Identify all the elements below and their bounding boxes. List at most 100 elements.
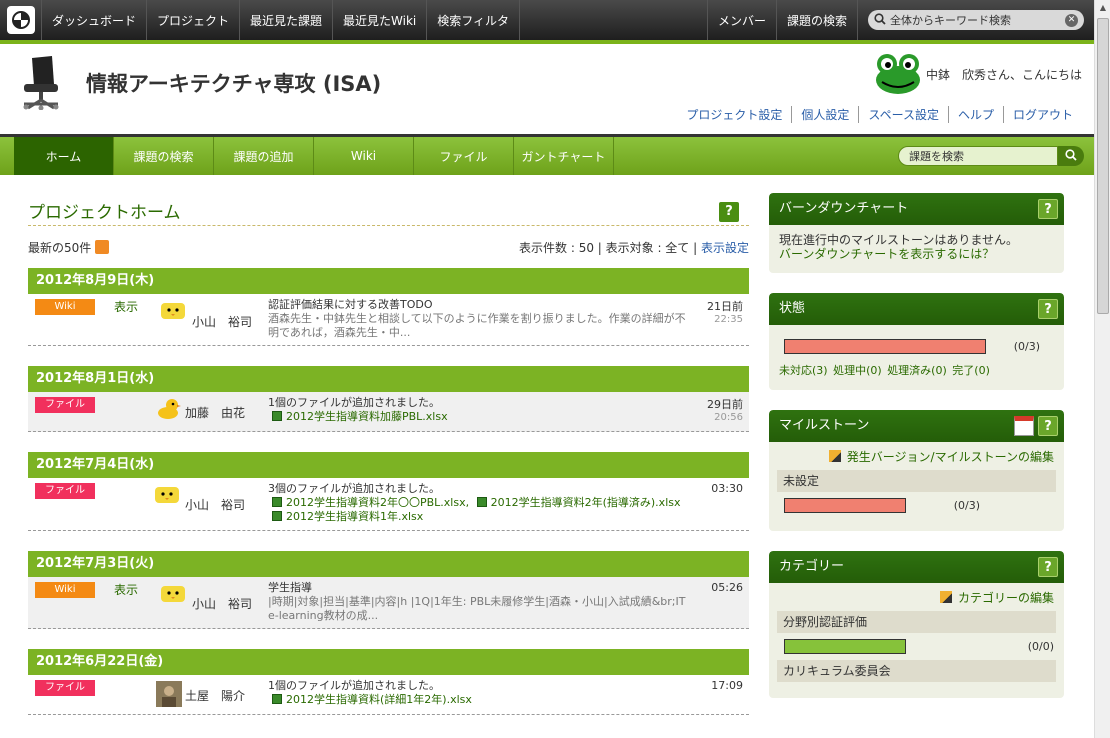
global-search-box: ✕	[868, 10, 1084, 30]
nav-dashboard[interactable]: ダッシュボード	[42, 0, 148, 40]
duck-avatar-icon	[156, 398, 182, 420]
file-link[interactable]: 2012学生指導資料2年〇〇PBL.xlsx,	[286, 496, 469, 509]
user-name: 土屋 陽介	[185, 689, 246, 703]
file-link[interactable]: 2012学生指導資料加藤PBL.xlsx	[286, 410, 448, 423]
clear-icon[interactable]: ✕	[1065, 13, 1078, 27]
status-inprogress-link[interactable]: 処理中(0)	[833, 364, 882, 377]
entry-clock: 17:09	[711, 679, 743, 692]
entry-clock: 22:35	[714, 314, 743, 325]
day-gap	[28, 346, 749, 366]
entry-text: 認証評価結果に対する改善TODO 酒森先生・中鉢先生と相談して以下のように作業を…	[268, 298, 688, 340]
file-link[interactable]: 2012学生指導資料(詳細1年2年).xlsx	[286, 693, 472, 706]
help-icon[interactable]: ?	[1038, 199, 1058, 219]
nav-recent-wiki[interactable]: 最近見たWiki	[333, 0, 428, 40]
help-icon[interactable]: ?	[1038, 299, 1058, 319]
space-settings-link[interactable]: スペース設定	[858, 106, 948, 123]
entry-title: 3個のファイルが追加されました。	[268, 482, 440, 495]
issue-search	[898, 146, 1084, 166]
user-name: 小山 裕司	[192, 597, 253, 611]
entry-ago: 21日前	[707, 300, 743, 313]
personal-settings-link[interactable]: 個人設定	[791, 106, 858, 123]
status-open-link[interactable]: 未対応(3)	[779, 364, 828, 377]
view-link[interactable]: 表示	[114, 581, 138, 598]
burndown-title: バーンダウンチャート	[779, 201, 909, 216]
category-progress-bar	[784, 639, 906, 654]
excel-file-icon	[272, 694, 282, 704]
status-progress-bar	[784, 339, 986, 354]
entry-title[interactable]: 認証評価結果に対する改善TODO	[268, 298, 688, 312]
logo-button[interactable]	[0, 0, 42, 40]
tab-add-issue[interactable]: 課題の追加	[214, 137, 314, 175]
project-settings-link[interactable]: プロジェクト設定	[677, 106, 791, 123]
logout-link[interactable]: ログアウト	[1002, 106, 1082, 123]
milestone-count: (0/3)	[953, 498, 980, 512]
user-name: 小山 裕司	[192, 315, 253, 329]
burndown-box: バーンダウンチャート ? 現在進行中のマイルストーンはありません。 バーンダウン…	[769, 193, 1064, 273]
burndown-link[interactable]: バーンダウンチャートを表示するには？	[779, 247, 994, 261]
milestone-progress-bar	[784, 498, 906, 513]
status-bar-row: (0/3)	[779, 339, 1054, 354]
page-title-row: プロジェクトホーム ?	[28, 190, 749, 226]
help-icon[interactable]: ?	[1038, 557, 1058, 577]
page-scrollbar[interactable]: ▲	[1094, 0, 1110, 738]
rss-icon[interactable]	[95, 239, 110, 254]
user-greeting-area: 中鉢 欣秀さん、こんにちは	[874, 52, 1082, 96]
project-nav: ホーム 課題の検索 課題の追加 Wiki ファイル ガントチャート	[0, 134, 1094, 175]
tab-files[interactable]: ファイル	[414, 137, 514, 175]
calendar-icon[interactable]	[1014, 416, 1034, 436]
pencil-icon	[828, 450, 841, 462]
milestone-header: マイルストーン ?	[769, 410, 1064, 442]
day-header: 2012年8月9日(木)	[28, 268, 749, 294]
tab-home[interactable]: ホーム	[14, 137, 114, 175]
entry-summary: 酒森先生・中鉢先生と相談して以下のように作業を割り振りました。作業の詳細が不明で…	[268, 312, 686, 339]
entry-title[interactable]: 学生指導	[268, 581, 688, 595]
scroll-up-icon[interactable]: ▲	[1095, 0, 1110, 16]
help-icon[interactable]: ?	[1038, 416, 1058, 436]
category-edit-link[interactable]: カテゴリーの編集	[958, 591, 1054, 605]
excel-file-icon	[476, 497, 487, 507]
category-box: カテゴリー ? カテゴリーの編集 分野別認証評価 (0/0) カリキュラム委員会	[769, 551, 1064, 698]
tab-gantt[interactable]: ガントチャート	[514, 137, 614, 175]
file-link[interactable]: 2012学生指導資料1年.xlsx	[286, 510, 423, 523]
category-bar-row: (0/0)	[779, 639, 1054, 654]
frog-avatar-icon[interactable]	[874, 52, 922, 96]
view-link[interactable]: 表示	[114, 298, 138, 315]
user-greeting: 中鉢 欣秀さん、こんにちは	[925, 67, 1082, 82]
scrollbar-thumb[interactable]	[1097, 18, 1109, 314]
global-search-input[interactable]	[890, 13, 1065, 27]
status-resolved-link[interactable]: 処理済み(0)	[887, 364, 947, 377]
milestone-edit-link[interactable]: 発生バージョン/マイルストーンの編集	[847, 450, 1054, 464]
recent-label: 最新の50件	[28, 240, 92, 255]
status-header: 状態 ?	[769, 293, 1064, 325]
issue-search-input[interactable]	[898, 146, 1058, 166]
status-closed-link[interactable]: 完了(0)	[952, 364, 990, 377]
activity-entry: ファイル 加藤 由花 1個のファイルが追加されました。 2012学生指導資料加藤…	[28, 392, 749, 432]
nav-search-filter[interactable]: 検索フィルタ	[427, 0, 521, 40]
tab-wiki[interactable]: Wiki	[314, 137, 414, 175]
entry-summary: |時期|対象|担当|基準|内容|h |1Q|1年生: PBL未履修学生|酒森・小…	[268, 595, 686, 622]
recent-row: 最新の50件 表示件数 : 50 | 表示対象 : 全て | 表示設定	[28, 226, 749, 268]
help-link[interactable]: ヘルプ	[947, 106, 1003, 123]
day-gap	[28, 531, 749, 551]
day-header: 2012年8月1日(水)	[28, 366, 749, 392]
category-group: 分野別認証評価	[777, 611, 1056, 633]
burndown-body: 現在進行中のマイルストーンはありません。 バーンダウンチャートを表示するには？	[769, 225, 1064, 273]
search-icon	[874, 12, 886, 28]
milestone-body: 発生バージョン/マイルストーンの編集 未設定 (0/3)	[769, 442, 1064, 531]
help-icon[interactable]: ?	[719, 202, 739, 222]
nav-projects[interactable]: プロジェクト	[147, 0, 241, 40]
milestone-edit: 発生バージョン/マイルストーンの編集	[779, 450, 1054, 464]
nav-members[interactable]: メンバー	[708, 0, 777, 40]
display-settings-link[interactable]: 表示設定	[701, 241, 749, 255]
page-title: プロジェクトホーム	[28, 203, 181, 223]
tab-issue-search[interactable]: 課題の検索	[114, 137, 214, 175]
search-icon	[1065, 148, 1077, 164]
status-count: (0/3)	[1013, 339, 1040, 353]
nav-recent-issues[interactable]: 最近見た課題	[240, 0, 334, 40]
issue-search-button[interactable]	[1058, 146, 1084, 166]
category-count: (0/0)	[1027, 639, 1054, 653]
file-link[interactable]: 2012学生指導資料2年(指導済み).xlsx	[491, 496, 681, 509]
entry-text: 学生指導 |時期|対象|担当|基準|内容|h |1Q|1年生: PBL未履修学生…	[268, 581, 688, 623]
entry-ago: 29日前	[707, 398, 743, 411]
nav-issue-search[interactable]: 課題の検索	[777, 0, 858, 40]
